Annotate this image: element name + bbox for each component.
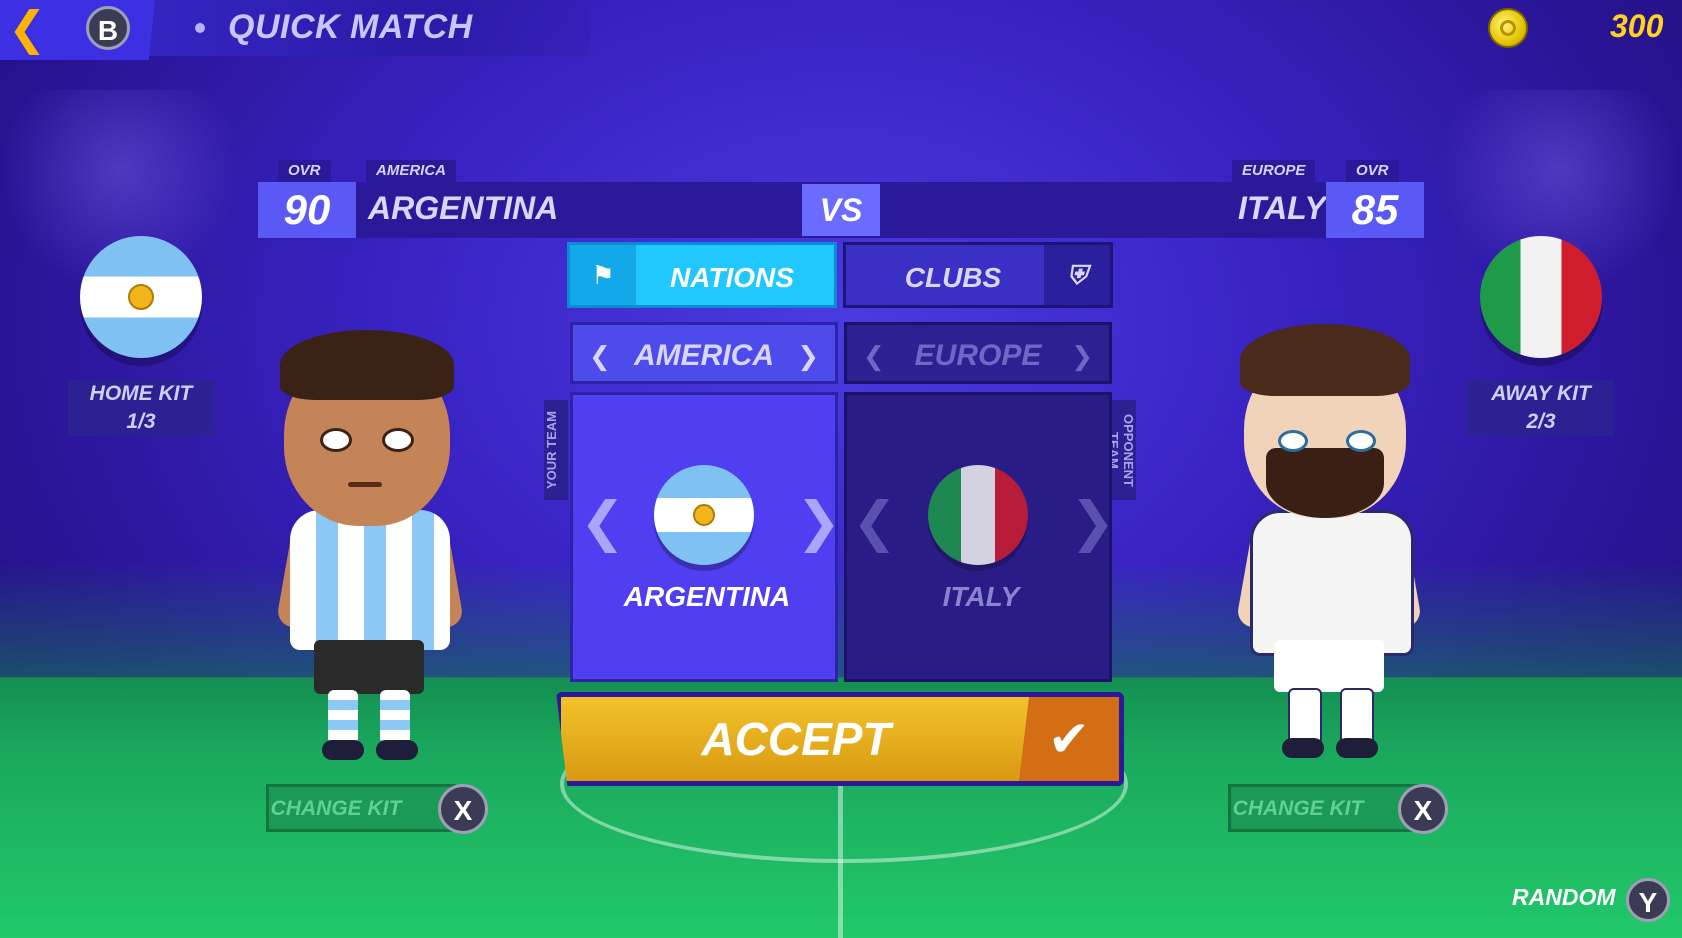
home-ovr-value: 90 [258, 182, 356, 238]
y-key-hint[interactable]: Y [1626, 878, 1670, 922]
chevron-left-icon[interactable]: ❮ [589, 325, 611, 387]
chevron-left-icon[interactable]: ❮ [580, 490, 625, 553]
x-key-hint[interactable]: X [1398, 784, 1448, 834]
coin-balance: 300 [1610, 8, 1664, 44]
coin-icon [1488, 8, 1528, 48]
b-key-hint: B [86, 6, 130, 50]
opponent-region-selector[interactable]: ❮ EUROPE ❯ [844, 322, 1112, 384]
your-region-selector[interactable]: ❮ AMERICA ❯ [570, 322, 838, 384]
tab-clubs-label: CLUBS [904, 262, 1002, 293]
chevron-left-icon: ❮ [8, 2, 47, 54]
away-change-kit-button[interactable]: CHANGE KIT [1228, 784, 1418, 832]
away-kit-label: AWAY KIT [1468, 380, 1614, 408]
random-label[interactable]: RANDOM [1512, 884, 1616, 911]
x-key-hint[interactable]: X [438, 784, 488, 834]
chevron-right-icon[interactable]: ❯ [797, 325, 819, 387]
your-team-label: YOUR TEAM [544, 400, 568, 500]
home-ovr-label: OVR [278, 160, 331, 182]
tab-nations[interactable]: ⚑ NATIONS [567, 242, 837, 308]
chevron-left-icon[interactable]: ❮ [852, 490, 897, 553]
accept-label: ACCEPT [701, 713, 891, 765]
away-kit-index: 2/3 [1468, 408, 1614, 436]
title-dot [195, 23, 205, 33]
shield-icon: ⛨ [1044, 245, 1110, 305]
home-kit-index: 1/3 [68, 408, 214, 436]
your-team-name: ARGENTINA [623, 581, 791, 612]
chevron-right-icon[interactable]: ❯ [1070, 490, 1115, 553]
chevron-right-icon[interactable]: ❯ [1071, 325, 1093, 387]
sun-icon [128, 284, 154, 310]
opponent-team-name: ITALY [942, 581, 1020, 612]
sun-icon [693, 504, 715, 526]
italy-flag-icon [928, 465, 1028, 565]
field-glow [0, 560, 1682, 680]
checkmark-icon: ✔ [1019, 697, 1119, 781]
your-region-label: AMERICA [634, 339, 774, 372]
away-team-name: ITALY [1238, 190, 1326, 226]
away-ovr-label: OVR [1346, 160, 1399, 182]
home-team-name: ARGENTINA [368, 190, 559, 226]
flag-icon: ⚑ [570, 245, 636, 305]
away-change-kit-label: CHANGE KIT [1232, 797, 1364, 820]
away-region-tag: EUROPE [1232, 160, 1316, 182]
home-region-tag: AMERICA [366, 160, 456, 182]
back-button[interactable]: ❮ B [0, 0, 155, 60]
tab-nations-label: NATIONS [670, 262, 794, 293]
away-ovr-value: 85 [1326, 182, 1424, 238]
home-kit-flag-icon[interactable] [80, 236, 202, 358]
accept-button[interactable]: ACCEPT ✔ [556, 692, 1124, 786]
chevron-left-icon[interactable]: ❮ [863, 325, 885, 387]
tab-clubs[interactable]: CLUBS ⛨ [843, 242, 1113, 308]
home-change-kit-label: CHANGE KIT [270, 797, 402, 820]
argentina-flag-icon [654, 465, 754, 565]
vs-badge: VS [802, 184, 880, 236]
page-title: QUICK MATCH [228, 8, 473, 46]
home-kit-label: HOME KIT [68, 380, 214, 408]
opponent-team-label: OPPONENT TEAM [1106, 400, 1136, 500]
home-change-kit-button[interactable]: CHANGE KIT [266, 784, 456, 832]
opponent-region-label: EUROPE [914, 339, 1042, 372]
away-kit-flag-icon[interactable] [1480, 236, 1602, 358]
chevron-right-icon[interactable]: ❯ [796, 490, 841, 553]
